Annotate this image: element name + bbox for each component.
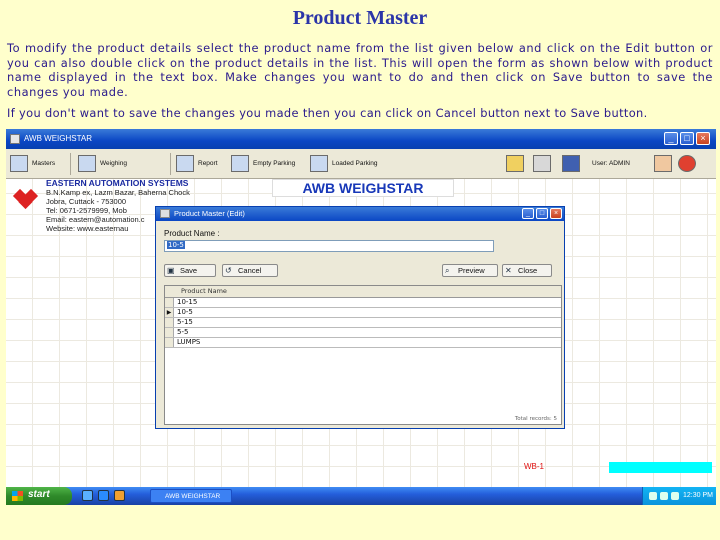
application-screenshot: AWB WEIGHSTAR _ □ × Masters Weighing Rep… bbox=[6, 129, 716, 505]
brand-banner: AWB WEIGHSTAR bbox=[272, 179, 454, 197]
weighing-button[interactable]: Weighing bbox=[78, 155, 148, 175]
exit-button[interactable] bbox=[678, 155, 698, 175]
table-row[interactable]: 10-15 bbox=[165, 298, 561, 308]
company-name: EASTERN AUTOMATION SYSTEMS bbox=[46, 178, 189, 188]
preview-icon: ⌕ bbox=[445, 266, 450, 275]
cancel-button[interactable]: ↺ Cancel bbox=[222, 264, 278, 277]
dialog-minimize-button[interactable]: _ bbox=[522, 208, 534, 219]
empty-parking-button[interactable]: Empty Parking bbox=[231, 155, 309, 175]
maximize-button[interactable]: □ bbox=[680, 132, 694, 145]
company-logo-icon bbox=[12, 188, 39, 210]
grid-header-product-name[interactable]: Product Name bbox=[165, 286, 561, 298]
close-window-button[interactable]: × bbox=[696, 132, 710, 145]
save-icon: ▣ bbox=[167, 266, 175, 275]
tools-icon bbox=[506, 155, 524, 172]
close-button[interactable]: ✕ Close bbox=[502, 264, 552, 277]
system-tray: 12:30 PM bbox=[642, 487, 716, 505]
instructions-paragraph-1: To modify the product details select the… bbox=[7, 41, 713, 99]
product-name-input[interactable]: 10-5 bbox=[164, 240, 494, 252]
users-button[interactable] bbox=[654, 155, 674, 175]
status-panel bbox=[609, 462, 712, 473]
toolbar-separator bbox=[170, 153, 171, 175]
exit-icon bbox=[678, 155, 696, 172]
company-address-1: B.N.Kamp ex, Lazm Bazar, Baherna Chock bbox=[46, 188, 190, 197]
cancel-icon: ↺ bbox=[225, 266, 232, 275]
volume-icon[interactable] bbox=[660, 492, 668, 500]
security-icon[interactable] bbox=[671, 492, 679, 500]
main-toolbar: Masters Weighing Report Empty Parking Lo… bbox=[6, 149, 716, 179]
users-icon bbox=[654, 155, 672, 172]
dialog-titlebar: Product Master (Edit) _ □ × bbox=[156, 207, 564, 221]
table-row[interactable]: 5-5 bbox=[165, 328, 561, 338]
windows-taskbar: start AWB WEIGHSTAR 12:30 PM bbox=[6, 487, 716, 505]
app-workspace: EASTERN AUTOMATION SYSTEMS B.N.Kamp ex, … bbox=[6, 179, 716, 487]
product-master-dialog: Product Master (Edit) _ □ × Product Name… bbox=[155, 206, 565, 429]
app-titlebar: AWB WEIGHSTAR _ □ × bbox=[6, 129, 716, 149]
weighing-scale-icon bbox=[78, 155, 96, 172]
product-grid[interactable]: Product Name 10-15 ▶ 10-5 5-15 5-5 LUMPS … bbox=[164, 285, 562, 425]
report-icon bbox=[176, 155, 194, 172]
app-icon bbox=[10, 134, 20, 144]
app-window-title: AWB WEIGHSTAR bbox=[24, 134, 92, 143]
product-name-value: 10-5 bbox=[167, 241, 185, 249]
close-icon: ✕ bbox=[505, 266, 512, 275]
current-row-arrow-icon: ▶ bbox=[165, 308, 174, 317]
page-title: Product Master bbox=[292, 7, 428, 29]
row-indicator bbox=[165, 318, 174, 327]
internet-explorer-icon[interactable] bbox=[98, 490, 109, 501]
dialog-close-button[interactable]: × bbox=[550, 208, 562, 219]
minimize-button[interactable]: _ bbox=[664, 132, 678, 145]
preview-button[interactable]: ⌕ Preview bbox=[442, 264, 498, 277]
network-icon[interactable] bbox=[649, 492, 657, 500]
report-button[interactable]: Report bbox=[176, 155, 228, 175]
save-disk-button[interactable] bbox=[562, 155, 582, 175]
row-indicator bbox=[165, 338, 174, 347]
start-button[interactable]: start bbox=[6, 487, 72, 505]
taskbar-app-button[interactable]: AWB WEIGHSTAR bbox=[150, 489, 232, 503]
weighbridge-code: WB-1 bbox=[524, 462, 544, 471]
masters-icon bbox=[10, 155, 28, 172]
user-label: User: ADMIN bbox=[592, 160, 630, 167]
show-desktop-icon[interactable] bbox=[82, 490, 93, 501]
table-row[interactable]: ▶ 10-5 bbox=[165, 308, 561, 318]
calculator-icon bbox=[533, 155, 551, 172]
masters-button[interactable]: Masters bbox=[10, 155, 70, 175]
row-indicator bbox=[165, 328, 174, 337]
windows-logo-icon bbox=[12, 491, 23, 501]
outlook-express-icon[interactable] bbox=[114, 490, 125, 501]
grid-record-count: Total records: 5 bbox=[514, 416, 557, 422]
dialog-maximize-button[interactable]: □ bbox=[536, 208, 548, 219]
table-row[interactable]: 5-15 bbox=[165, 318, 561, 328]
calculator-button[interactable] bbox=[533, 155, 553, 175]
toolbar-separator bbox=[70, 153, 71, 175]
empty-parking-icon bbox=[231, 155, 249, 172]
row-indicator bbox=[165, 298, 174, 307]
tools-button[interactable] bbox=[506, 155, 526, 175]
loaded-parking-button[interactable]: Loaded Parking bbox=[310, 155, 394, 175]
company-address-2: Jobra, Cuttack - 753000 bbox=[46, 197, 127, 206]
instructions-paragraph-2: If you don't want to save the changes yo… bbox=[7, 106, 648, 120]
product-name-label: Product Name : bbox=[164, 229, 220, 238]
dialog-icon bbox=[160, 209, 170, 218]
table-row[interactable]: LUMPS bbox=[165, 338, 561, 348]
save-button[interactable]: ▣ Save bbox=[164, 264, 216, 277]
disk-icon bbox=[562, 155, 580, 172]
loaded-parking-icon bbox=[310, 155, 328, 172]
clock: 12:30 PM bbox=[683, 492, 713, 499]
dialog-title: Product Master (Edit) bbox=[174, 209, 245, 218]
